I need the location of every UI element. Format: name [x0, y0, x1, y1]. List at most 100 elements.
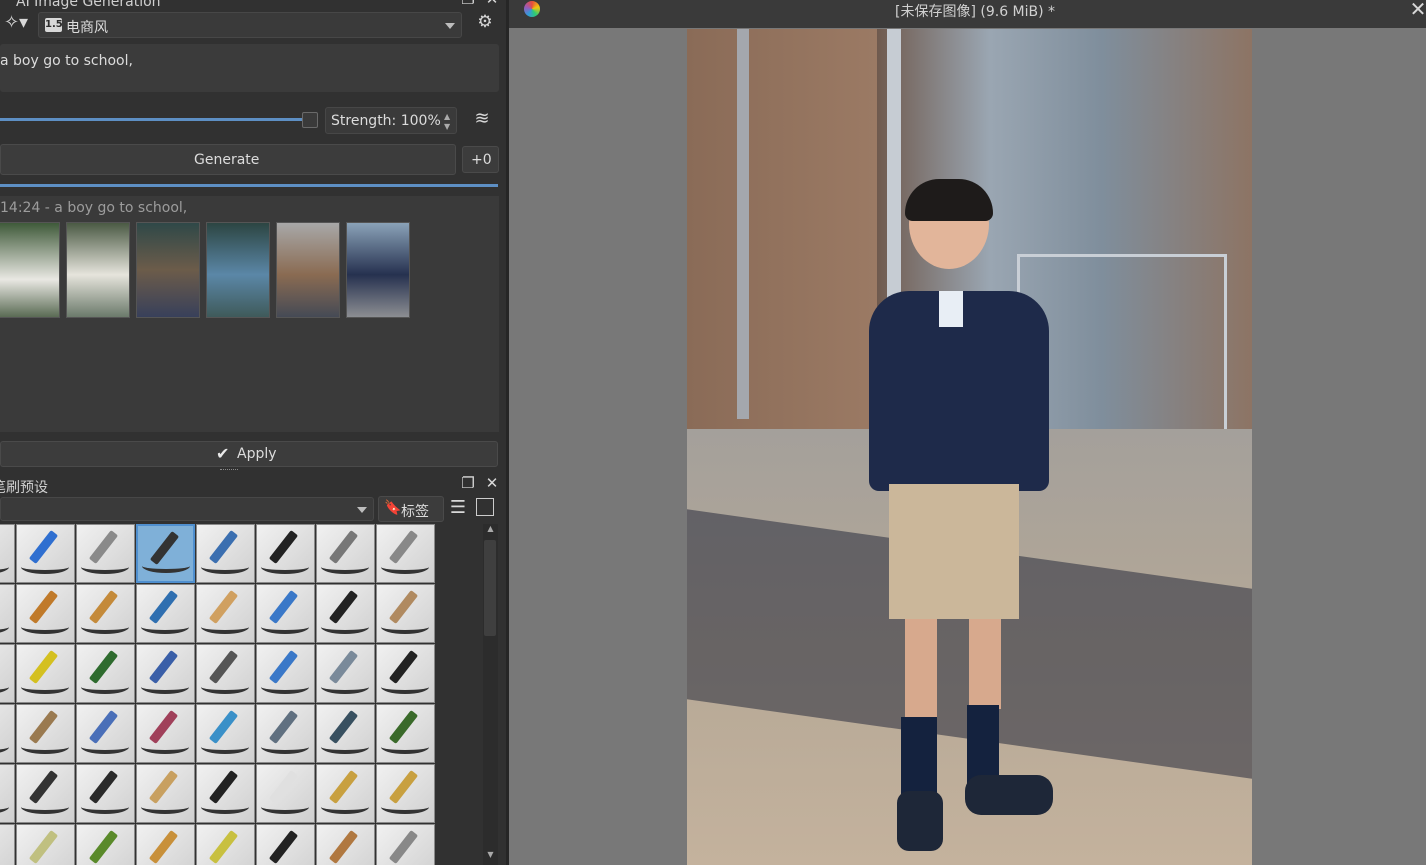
brush-preset-tile[interactable]: [196, 824, 255, 865]
close-docker-icon[interactable]: ✕: [484, 476, 500, 491]
history-thumbnail[interactable]: [66, 222, 130, 318]
magic-wand-icon[interactable]: ✧▾: [2, 14, 30, 32]
brush-preset-tile[interactable]: [16, 644, 75, 703]
history-thumbnail[interactable]: [276, 222, 340, 318]
brush-preset-tile[interactable]: [136, 524, 195, 583]
prompt-textarea[interactable]: a boy go to school,: [0, 44, 499, 92]
float-docker-icon[interactable]: ❐: [460, 0, 476, 7]
brush-preset-tile[interactable]: [16, 764, 75, 823]
brush-pen-icon: [28, 590, 59, 624]
brush-stroke-sample: [142, 559, 190, 573]
generate-button[interactable]: Generate: [0, 144, 456, 175]
close-docker-icon[interactable]: ✕: [484, 0, 500, 7]
brush-preset-tile[interactable]: [196, 704, 255, 763]
brush-preset-tile[interactable]: [0, 704, 15, 763]
strength-slider-track[interactable]: [0, 118, 304, 121]
brush-filter-combo[interactable]: [0, 497, 374, 521]
app-logo-icon: [524, 1, 540, 17]
brush-stroke-sample: [21, 860, 69, 865]
settings-gear-icon[interactable]: ⚙: [472, 14, 498, 31]
brush-preset-tile[interactable]: [376, 824, 435, 865]
brush-stroke-sample: [201, 860, 249, 865]
brush-stroke-sample: [261, 560, 309, 574]
brush-preset-tile[interactable]: [136, 824, 195, 865]
brush-preset-tile[interactable]: [76, 644, 135, 703]
brush-preset-tile[interactable]: [376, 644, 435, 703]
brush-preset-tile[interactable]: [316, 704, 375, 763]
spin-down-icon[interactable]: ▼: [444, 122, 450, 131]
brush-pen-icon: [268, 770, 299, 804]
brush-preset-tile[interactable]: [316, 764, 375, 823]
brush-preset-tile[interactable]: [316, 644, 375, 703]
list-view-icon[interactable]: ☰: [449, 499, 467, 517]
scroll-down-icon[interactable]: ▼: [483, 850, 498, 864]
history-thumbnail[interactable]: [206, 222, 270, 318]
brush-stroke-sample: [201, 740, 249, 754]
brush-pen-icon: [388, 830, 419, 864]
brush-pen-icon: [208, 650, 239, 684]
style-selector[interactable]: 1.5 电商风: [38, 12, 462, 38]
brush-stroke-sample: [381, 620, 429, 634]
brush-preset-tile[interactable]: [256, 704, 315, 763]
brush-preset-tile[interactable]: [76, 764, 135, 823]
scroll-thumb[interactable]: [484, 540, 496, 636]
scroll-up-icon[interactable]: ▲: [483, 524, 498, 538]
brush-preset-tile[interactable]: [376, 764, 435, 823]
brush-preset-tile[interactable]: [256, 644, 315, 703]
brush-preset-tile[interactable]: [76, 524, 135, 583]
layers-stack-icon[interactable]: ≋: [469, 110, 495, 128]
brush-preset-tile[interactable]: [136, 584, 195, 643]
brush-pen-icon: [88, 710, 119, 744]
brush-preset-tile[interactable]: [16, 524, 75, 583]
brush-preset-tile[interactable]: [136, 704, 195, 763]
spin-up-icon[interactable]: ▲: [444, 112, 450, 121]
history-thumbnail[interactable]: [136, 222, 200, 318]
brush-preset-tile[interactable]: [256, 524, 315, 583]
brush-preset-tile[interactable]: [196, 524, 255, 583]
boy-shorts: [889, 484, 1019, 619]
brush-preset-tile[interactable]: [16, 824, 75, 865]
close-document-icon[interactable]: ✕: [1409, 0, 1426, 19]
history-thumbnail[interactable]: [346, 222, 410, 318]
brush-preset-tile[interactable]: [0, 584, 15, 643]
brush-preset-tile[interactable]: [0, 824, 15, 865]
splitter-handle[interactable]: [220, 469, 238, 473]
brush-preset-tile[interactable]: [76, 704, 135, 763]
brush-preset-tile[interactable]: [376, 524, 435, 583]
brush-preset-tile[interactable]: [76, 584, 135, 643]
brush-preset-tile[interactable]: [256, 824, 315, 865]
brush-preset-tile[interactable]: [196, 584, 255, 643]
strength-spinbox[interactable]: Strength: 100% ▲ ▼: [325, 107, 457, 134]
apply-button[interactable]: ✔ Apply: [0, 441, 498, 467]
brush-preset-tile[interactable]: [316, 824, 375, 865]
brush-preset-tile[interactable]: [0, 764, 15, 823]
brush-preset-tile[interactable]: [16, 584, 75, 643]
brush-preset-tile[interactable]: [376, 584, 435, 643]
brush-pen-icon: [148, 650, 179, 684]
brush-scrollbar[interactable]: ▲ ▼: [483, 524, 498, 865]
panel-menu-icon[interactable]: [476, 498, 494, 516]
brush-preset-tile[interactable]: [136, 764, 195, 823]
brush-preset-tile[interactable]: [16, 704, 75, 763]
brush-preset-tile[interactable]: [76, 824, 135, 865]
brush-preset-tile[interactable]: [136, 644, 195, 703]
canvas-image[interactable]: [687, 29, 1252, 865]
brush-preset-tile[interactable]: [316, 524, 375, 583]
float-docker-icon[interactable]: ❐: [460, 476, 476, 491]
brush-preset-tile[interactable]: [256, 764, 315, 823]
brush-preset-tile[interactable]: [256, 584, 315, 643]
brush-preset-tile[interactable]: [376, 704, 435, 763]
queue-count-button[interactable]: +0: [462, 146, 499, 173]
tag-button[interactable]: 🔖 标签: [378, 496, 444, 522]
brush-preset-tile[interactable]: [196, 644, 255, 703]
brush-preset-tile[interactable]: [0, 644, 15, 703]
brush-preset-tile[interactable]: [196, 764, 255, 823]
history-thumbnail[interactable]: [0, 222, 60, 318]
brush-preset-tile[interactable]: [0, 524, 15, 583]
strength-slider-handle[interactable]: [302, 112, 318, 128]
brush-pen-icon: [268, 710, 299, 744]
style-name: 电商风: [66, 20, 108, 36]
brush-preset-tile[interactable]: [316, 584, 375, 643]
brush-stroke-sample: [81, 560, 129, 574]
brush-stroke-sample: [141, 860, 189, 865]
